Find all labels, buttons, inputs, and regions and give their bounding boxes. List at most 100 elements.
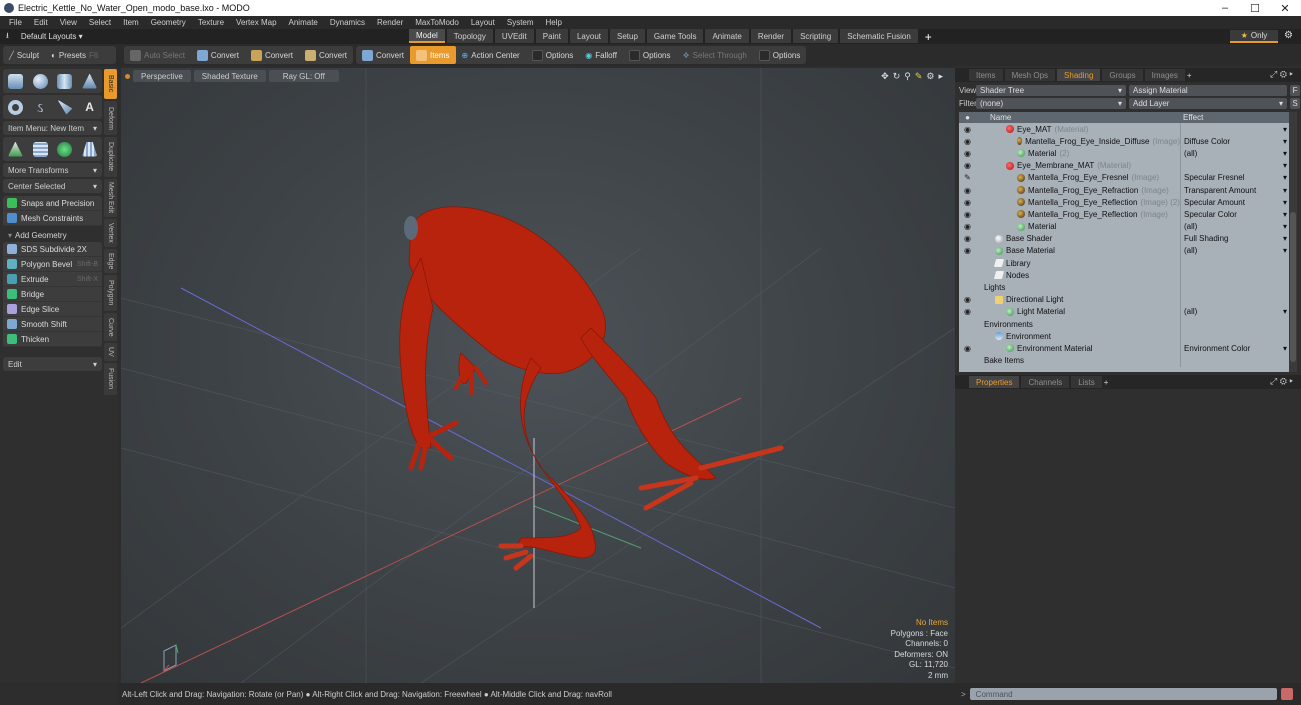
view-type-button[interactable]: Perspective <box>133 70 191 82</box>
tab-shading[interactable]: Shading <box>1057 69 1101 81</box>
visibility-eye-icon[interactable]: ◉ <box>959 222 976 231</box>
assign-material-button[interactable]: Assign Material <box>1129 84 1287 96</box>
visibility-eye-icon[interactable]: ◉ <box>959 161 976 170</box>
visibility-eye-icon[interactable]: ◉ <box>959 295 976 304</box>
raygl-button[interactable]: Ray GL: Off <box>268 70 339 82</box>
visibility-eye-icon[interactable]: ◉ <box>959 234 976 243</box>
shader-tree-row[interactable]: ◉ Material (2) (all) ▾ <box>959 147 1289 160</box>
settings-gear-icon[interactable]: ⚙ <box>1284 30 1293 41</box>
convert-vertices-button[interactable]: Convert <box>191 46 245 64</box>
more-transforms-dropdown[interactable]: More Transforms ▾ <box>3 163 102 177</box>
s-button[interactable]: S <box>1290 97 1300 109</box>
shader-tree-row[interactable]: ◉ Mantella_Frog_Eye_Refraction (Image) Tran… <box>959 183 1289 197</box>
chevron-down-icon[interactable]: ▾ <box>1283 222 1287 231</box>
edit-dropdown[interactable]: Edit ▾ <box>3 357 102 371</box>
layer-effect-cell[interactable]: (all) ▾ <box>1180 244 1289 258</box>
tab-layout[interactable]: Layout <box>569 29 608 43</box>
maximize-button[interactable]: ☐ <box>1240 0 1270 16</box>
viewport-gear-icon[interactable]: ⚙ <box>926 71 934 82</box>
vtab-vertex[interactable]: Vertex <box>104 219 117 247</box>
shader-tree-row[interactable]: ◉ Light Material (all) ▾ <box>959 305 1289 318</box>
tab-setup[interactable]: Setup <box>610 29 645 43</box>
shading-mode-button[interactable]: Shaded Texture <box>193 70 266 82</box>
convert-polygons-button[interactable]: Convert <box>299 46 353 64</box>
pan-icon[interactable]: ✥ <box>881 71 889 82</box>
tab-model[interactable]: Model <box>409 29 445 43</box>
action-center-button[interactable]: ⊕ Action Center <box>456 46 526 64</box>
sphere-icon[interactable] <box>32 73 48 89</box>
shader-tree-row[interactable]: Bake Items <box>959 354 1289 367</box>
falloff-options-button[interactable]: Options <box>623 46 677 64</box>
chevron-down-icon[interactable]: ▾ <box>1283 125 1287 134</box>
tab-mesh-ops[interactable]: Mesh Ops <box>1004 69 1056 81</box>
shader-tree-row[interactable]: Environment <box>959 330 1289 343</box>
chevron-down-icon[interactable]: ▾ <box>1283 210 1287 219</box>
properties-options-icon[interactable]: ⤢ ⚙ ▸ <box>1270 376 1293 387</box>
layer-effect-cell[interactable]: Transparent Amount ▾ <box>1180 183 1289 197</box>
menu-layout[interactable]: Layout <box>465 18 501 27</box>
close-button[interactable]: ✕ <box>1270 0 1300 16</box>
menu-render[interactable]: Render <box>371 18 409 27</box>
grid-mesh-icon[interactable] <box>32 141 48 157</box>
default-layouts-dropdown[interactable]: Default Layouts ▾ <box>21 32 83 41</box>
tab-uvedit[interactable]: UVEdit <box>494 29 534 43</box>
chevron-down-icon[interactable]: ▾ <box>1283 198 1287 207</box>
mesh-constraints-button[interactable]: Mesh Constraints <box>3 211 102 226</box>
chevron-down-icon[interactable]: ▾ <box>1283 186 1287 195</box>
vtab-uv[interactable]: UV <box>104 343 117 361</box>
item-menu-dropdown[interactable]: Item Menu: New Item ▾ <box>3 121 102 135</box>
add-tab-button[interactable]: + <box>1104 378 1109 387</box>
tool-thicken[interactable]: Thicken <box>3 332 102 347</box>
shader-tree-row[interactable]: ✎ Mantella_Frog_Eye_Fresnel (Image) Specula… <box>959 171 1289 184</box>
chevron-down-icon[interactable]: ▾ <box>1283 161 1287 170</box>
tab-properties[interactable]: Properties <box>969 376 1020 388</box>
tab-game-tools[interactable]: Game Tools <box>646 29 704 43</box>
zoom-icon[interactable]: ⚲ <box>904 71 911 82</box>
menu-geometry[interactable]: Geometry <box>145 18 192 27</box>
layer-effect-cell[interactable]: Full Shading ▾ <box>1180 232 1289 245</box>
menu-animate[interactable]: Animate <box>283 18 324 27</box>
name-column-header[interactable]: Name <box>976 113 1180 122</box>
add-layer-dropdown[interactable]: Add Layer ▾ <box>1129 97 1287 109</box>
layer-effect-cell[interactable]: Specular Fresnel ▾ <box>1180 171 1289 184</box>
shader-tree-row[interactable]: Environments <box>959 318 1289 331</box>
menu-item[interactable]: Item <box>117 18 145 27</box>
tab-scripting[interactable]: Scripting <box>793 29 839 43</box>
command-history-button[interactable] <box>1280 688 1293 700</box>
tool-sds-subdivide-2x[interactable]: SDS Subdivide 2X <box>3 242 102 257</box>
menu-maxtomodo[interactable]: MaxToModo <box>409 18 465 27</box>
menu-view[interactable]: View <box>54 18 83 27</box>
rotate-icon[interactable]: ↻ <box>893 71 901 82</box>
minimize-button[interactable]: – <box>1210 0 1240 16</box>
tool-bridge[interactable]: Bridge <box>3 287 102 302</box>
shader-tree-row[interactable]: ◉ Base Material (all) ▾ <box>959 244 1289 258</box>
presets-button[interactable]: ◐ Presets F6 <box>45 46 104 64</box>
tab-paint[interactable]: Paint <box>535 29 568 43</box>
tab-groups[interactable]: Groups <box>1102 69 1143 81</box>
shader-tree-row[interactable]: ◉ Mantella_Frog_Eye_Reflection (Image) (2)… <box>959 196 1289 209</box>
shader-tree-row[interactable]: ◉ Material (all) ▾ <box>959 220 1289 233</box>
view-dropdown[interactable]: Shader Tree ▾ <box>976 84 1126 96</box>
visibility-eye-icon[interactable]: ◉ <box>959 149 976 158</box>
layout-pin-icon[interactable]: ⭳ <box>6 30 9 44</box>
shader-tree-row[interactable]: ◉ Eye_MAT (Material) ▾ <box>959 123 1289 136</box>
tool-polygon-bevel[interactable]: Polygon Bevel Shift-B <box>3 257 102 272</box>
add-layout-tab-button[interactable]: + <box>920 29 937 44</box>
visibility-eye-icon[interactable]: ◉ <box>959 307 976 316</box>
vtab-mesh-edit[interactable]: Mesh Edit <box>104 179 117 217</box>
cube-icon[interactable] <box>7 73 23 89</box>
chevron-down-icon[interactable]: ▾ <box>1283 307 1287 316</box>
vtab-deform[interactable]: Deform <box>104 101 117 135</box>
chevron-down-icon[interactable]: ▾ <box>1283 137 1287 146</box>
filter-dropdown[interactable]: (none) ▾ <box>976 97 1126 109</box>
layer-effect-cell[interactable]: ▾ <box>1180 123 1289 136</box>
layer-effect-cell[interactable]: Environment Color ▾ <box>1180 342 1289 355</box>
vtab-basic[interactable]: Basic <box>104 69 117 99</box>
tab-schematic-fusion[interactable]: Schematic Fusion <box>840 29 918 43</box>
chevron-down-icon[interactable]: ▾ <box>1283 149 1287 158</box>
auto-select-button[interactable]: Auto Select <box>124 46 191 64</box>
tool-extrude[interactable]: Extrude Shift-X <box>3 272 102 287</box>
cylinder-icon[interactable] <box>57 73 73 89</box>
tab-topology[interactable]: Topology <box>446 29 493 43</box>
shader-tree-row[interactable]: Lights <box>959 281 1289 294</box>
